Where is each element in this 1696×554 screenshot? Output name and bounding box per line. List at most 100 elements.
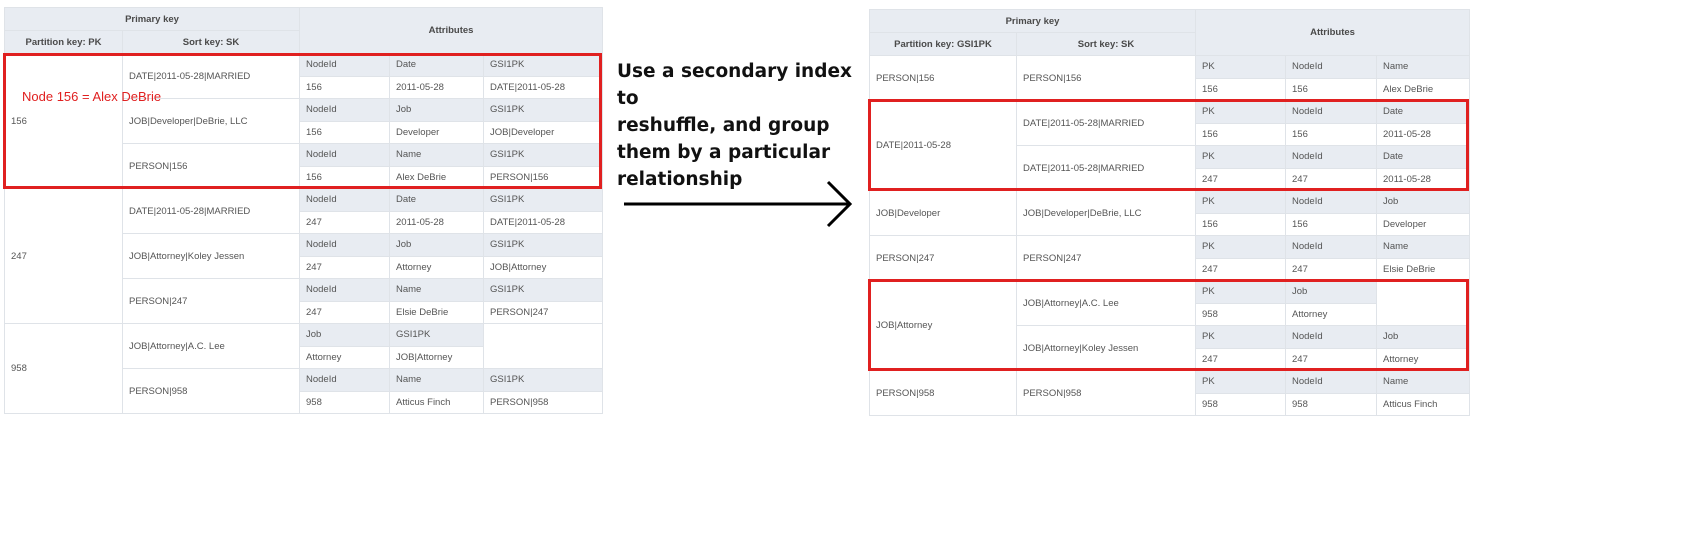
attribute-value-cell: 247: [1285, 347, 1377, 371]
attribute-value-cell: 958: [1285, 392, 1377, 416]
attribute-value-cell: 156: [1285, 212, 1377, 236]
attribute-name-cell: Job: [1375, 190, 1471, 214]
primary-key-header: Primary key: [4, 7, 300, 31]
attribute-name-cell: NodeId: [1285, 190, 1377, 214]
node-annotation: Node 156 = Alex DeBrie: [22, 89, 162, 104]
attributes-header: Attributes: [298, 7, 604, 54]
attribute-value-cell: 156: [299, 75, 390, 99]
attribute-name-cell: NodeId: [1285, 55, 1377, 79]
attribute-value-cell: Elsie DeBrie: [389, 300, 484, 324]
attribute-value-cell: 247: [1285, 257, 1377, 281]
attribute-name-cell: PK: [1195, 235, 1286, 259]
attribute-name-cell: NodeId: [299, 278, 390, 302]
attribute-name-cell: Name: [389, 278, 484, 302]
attribute-value-cell: 247: [1285, 167, 1377, 191]
explanation-line: Use a secondary index to: [617, 61, 852, 109]
sort-key-cell: JOB|Attorney|A.C. Lee: [122, 323, 300, 369]
empty-attribute-cell: [1375, 280, 1471, 326]
attribute-name-cell: PK: [1195, 280, 1286, 304]
attribute-name-cell: Name: [1375, 370, 1471, 394]
item-row: 156 DATE|2011-05-28|MARRIED NodeId Date GSI1…: [4, 53, 604, 189]
attribute-name-cell: GSI1PK: [482, 143, 604, 167]
attribute-value-cell: Elsie DeBrie: [1375, 257, 1471, 281]
sort-key-cell: PERSON|156: [1016, 55, 1196, 101]
attribute-value-cell: 247: [1195, 167, 1286, 191]
attribute-name-cell: PK: [1195, 55, 1286, 79]
attribute-name-cell: Name: [1375, 235, 1471, 259]
partition-key-header: Partition key: PK: [4, 30, 123, 54]
attribute-value-cell: Developer: [389, 120, 484, 144]
attribute-name-cell: PK: [1195, 325, 1286, 349]
attribute-name-cell: NodeId: [299, 143, 390, 167]
partition-key-cell: JOB|Developer: [869, 190, 1017, 236]
sort-key-cell: PERSON|958: [122, 368, 300, 414]
sort-key-cell: PERSON|156: [122, 143, 300, 189]
attribute-name-cell: NodeId: [1285, 325, 1377, 349]
attribute-value-cell: DATE|2011-05-28: [482, 210, 604, 234]
attribute-value-cell: 958: [1195, 392, 1286, 416]
attribute-value-cell: PERSON|156: [482, 165, 604, 189]
attribute-value-cell: PERSON|958: [482, 390, 604, 414]
attribute-value-cell: 156: [1195, 122, 1286, 146]
attribute-name-cell: GSI1PK: [389, 323, 484, 347]
attribute-value-cell: JOB|Attorney: [389, 345, 484, 369]
attribute-value-cell: 156: [1195, 212, 1286, 236]
attribute-name-cell: PK: [1195, 190, 1286, 214]
attribute-value-cell: Developer: [1375, 212, 1471, 236]
attribute-name-cell: Name: [389, 143, 484, 167]
attribute-value-cell: PERSON|247: [482, 300, 604, 324]
attribute-value-cell: Atticus Finch: [389, 390, 484, 414]
partition-key-cell: JOB|Attorney: [869, 280, 1017, 371]
attribute-value-cell: 247: [299, 255, 390, 279]
attribute-value-cell: Attorney: [1285, 302, 1377, 326]
attribute-value-cell: 958: [1195, 302, 1286, 326]
attribute-name-cell: Name: [389, 368, 484, 392]
attribute-value-cell: 247: [299, 210, 390, 234]
attribute-value-cell: 2011-05-28: [1375, 122, 1471, 146]
sort-key-cell: PERSON|247: [1016, 235, 1196, 281]
attribute-name-cell: NodeId: [1285, 370, 1377, 394]
item-row: 958 JOB|Attorney|A.C. Lee Job GSI1PK: [4, 323, 604, 414]
attribute-value-cell: Alex DeBrie: [389, 165, 484, 189]
partition-key-cell: DATE|2011-05-28: [869, 100, 1017, 191]
attribute-name-cell: GSI1PK: [482, 233, 604, 257]
partition-key-cell: PERSON|958: [869, 370, 1017, 416]
attribute-value-cell: 156: [299, 165, 390, 189]
item-row: JOB|Developer JOB|Developer|DeBrie, LLC PK…: [869, 190, 1471, 236]
attribute-name-cell: PK: [1195, 370, 1286, 394]
item-row: PERSON|156 PERSON|156 PK NodeId Name: [869, 55, 1471, 101]
attribute-name-cell: NodeId: [299, 368, 390, 392]
item-row: DATE|2011-05-28 DATE|2011-05-28|MARRIED PK…: [869, 100, 1471, 191]
attribute-name-cell: NodeId: [1285, 100, 1377, 124]
attribute-name-cell: GSI1PK: [482, 368, 604, 392]
attribute-value-cell: Atticus Finch: [1375, 392, 1471, 416]
primary-key-header: Primary key: [869, 9, 1196, 33]
attribute-name-cell: Job: [1375, 325, 1471, 349]
attribute-name-cell: GSI1PK: [482, 278, 604, 302]
attribute-name-cell: NodeId: [299, 98, 390, 122]
sort-key-cell: DATE|2011-05-28|MARRIED: [1016, 145, 1196, 191]
sort-key-header: Sort key: SK: [1016, 32, 1196, 56]
attribute-value-cell: 2011-05-28: [1375, 167, 1471, 191]
attribute-name-cell: Job: [389, 98, 484, 122]
partition-key-cell: PERSON|156: [869, 55, 1017, 101]
attribute-value-cell: DATE|2011-05-28: [482, 75, 604, 99]
attribute-name-cell: GSI1PK: [482, 188, 604, 212]
gsi-table: Primary key Attributes Partition key: GS…: [869, 9, 1471, 416]
sort-key-cell: JOB|Developer|DeBrie, LLC: [122, 98, 300, 144]
attribute-name-cell: NodeId: [1285, 145, 1377, 169]
attribute-value-cell: 156: [1285, 77, 1377, 101]
attribute-name-cell: NodeId: [299, 188, 390, 212]
attribute-value-cell: 156: [299, 120, 390, 144]
attribute-value-cell: 247: [1195, 347, 1286, 371]
attribute-name-cell: PK: [1195, 145, 1286, 169]
attribute-name-cell: Date: [1375, 100, 1471, 124]
attribute-name-cell: Job: [389, 233, 484, 257]
attribute-name-cell: GSI1PK: [482, 53, 604, 77]
explanation-line: them by a particular: [617, 142, 831, 163]
attribute-name-cell: Date: [389, 53, 484, 77]
attribute-name-cell: Name: [1375, 55, 1471, 79]
partition-key-cell: 958: [4, 323, 123, 414]
partition-key-cell: 156: [4, 53, 123, 189]
attribute-value-cell: 2011-05-28: [389, 75, 484, 99]
